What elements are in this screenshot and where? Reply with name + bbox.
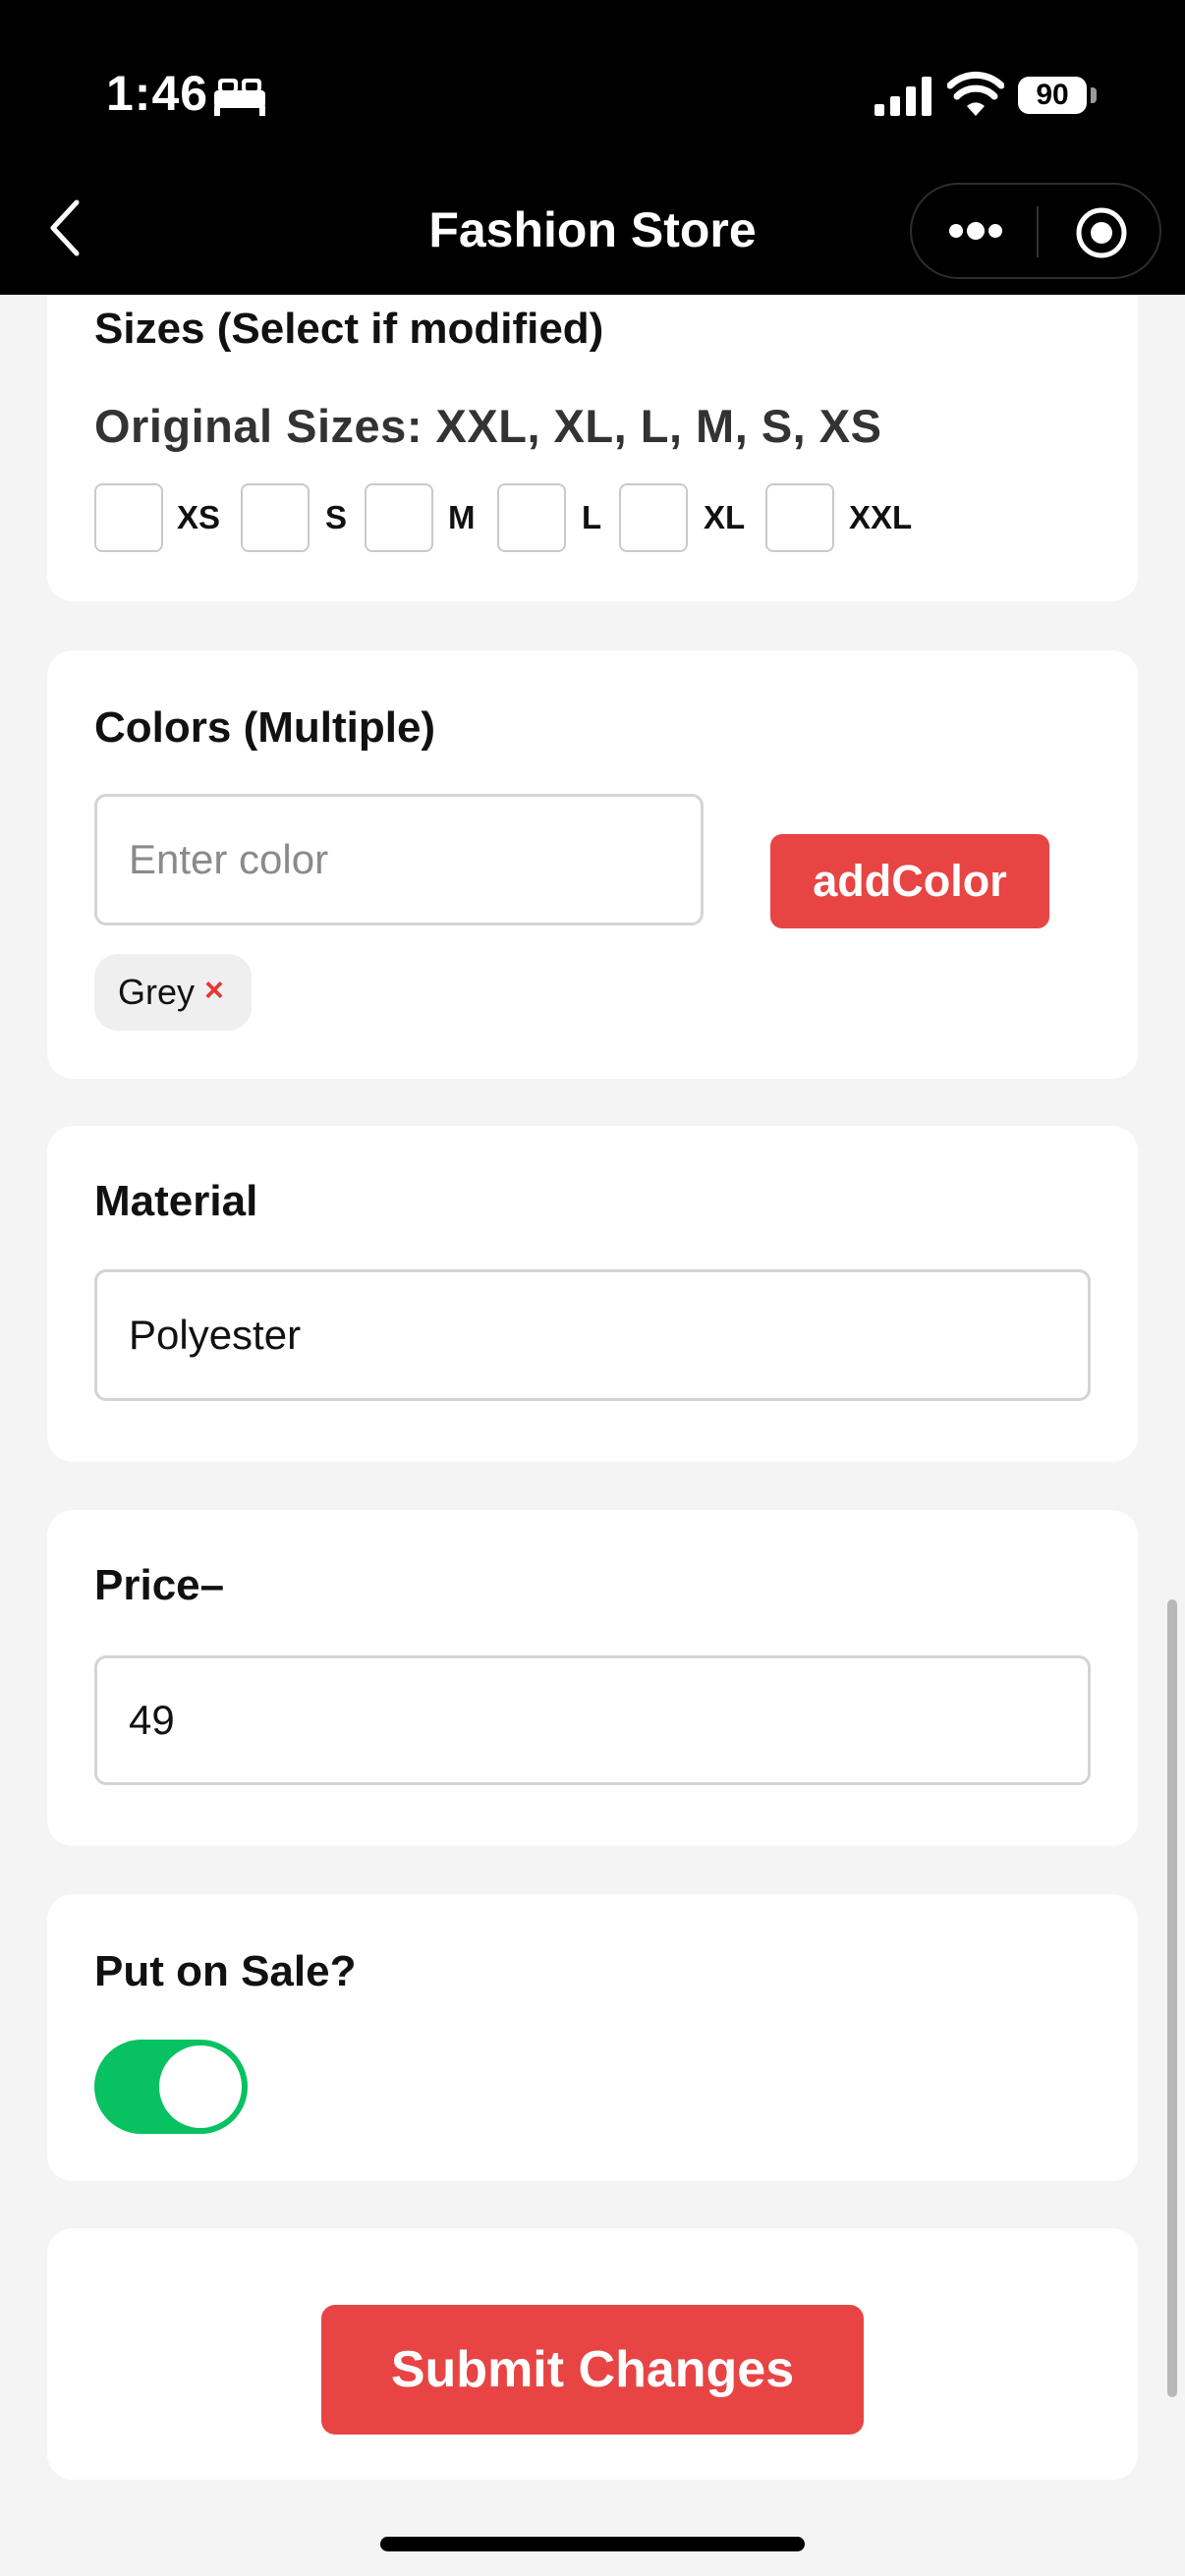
color-input[interactable]: Enter color [94, 794, 704, 925]
size-label-l: L [582, 499, 602, 535]
size-label-m: M [448, 499, 476, 535]
sizes-label: Sizes (Select if modified) [94, 305, 604, 353]
more-dots-icon[interactable] [947, 216, 1004, 246]
sale-card: Put on Sale? [47, 1894, 1138, 2181]
size-label-s: S [325, 499, 348, 535]
material-label: Material [94, 1177, 258, 1225]
colors-label: Colors (Multiple) [94, 703, 436, 752]
target-circle-icon[interactable] [1075, 206, 1128, 259]
color-chip-label: Grey [118, 972, 196, 1012]
size-checkbox-m[interactable] [365, 483, 433, 552]
submit-card: Submit Changes [47, 2228, 1138, 2480]
sale-toggle[interactable] [94, 2040, 248, 2134]
colors-card: Colors (Multiple) Enter color addColor G… [47, 650, 1138, 1079]
scrollbar[interactable] [1167, 1599, 1177, 2397]
capsule-divider [1037, 206, 1039, 257]
original-sizes-text: Original Sizes: XXL, XL, L, M, S, XS [94, 400, 882, 452]
back-chevron-icon[interactable] [45, 196, 85, 259]
size-label-xxl: XXL [849, 499, 913, 535]
battery-icon: 90 [1018, 77, 1087, 114]
material-card: Material Polyester [47, 1126, 1138, 1462]
page-title: Fashion Store [428, 202, 757, 257]
bed-icon [214, 79, 265, 116]
add-color-button[interactable]: addColor [770, 834, 1049, 928]
material-input[interactable]: Polyester [94, 1269, 1091, 1401]
size-checkbox-xl[interactable] [619, 483, 688, 552]
price-card: Price– 49 [47, 1510, 1138, 1846]
cellular-signal-icon [875, 77, 931, 116]
size-label-xl: XL [704, 499, 746, 535]
color-chip: Grey × [94, 954, 252, 1031]
top-bar: 1:46 90 Fashion Store [0, 0, 1185, 295]
remove-color-icon[interactable]: × [204, 972, 226, 1011]
wifi-icon [947, 71, 1004, 116]
size-checkbox-s[interactable] [241, 483, 310, 552]
status-time: 1:46 [106, 66, 209, 121]
size-label-xs: XS [177, 499, 221, 535]
battery-cap [1091, 87, 1097, 103]
submit-changes-button[interactable]: Submit Changes [321, 2305, 864, 2435]
size-checkbox-xs[interactable] [94, 483, 163, 552]
size-checkbox-xxl[interactable] [765, 483, 834, 552]
size-checkbox-l[interactable] [497, 483, 566, 552]
price-label: Price– [94, 1561, 225, 1609]
price-input[interactable]: 49 [94, 1655, 1091, 1785]
toggle-knob [159, 2045, 242, 2128]
sale-label: Put on Sale? [94, 1947, 357, 1995]
mini-program-capsule [910, 183, 1161, 279]
home-indicator [380, 2537, 805, 2551]
